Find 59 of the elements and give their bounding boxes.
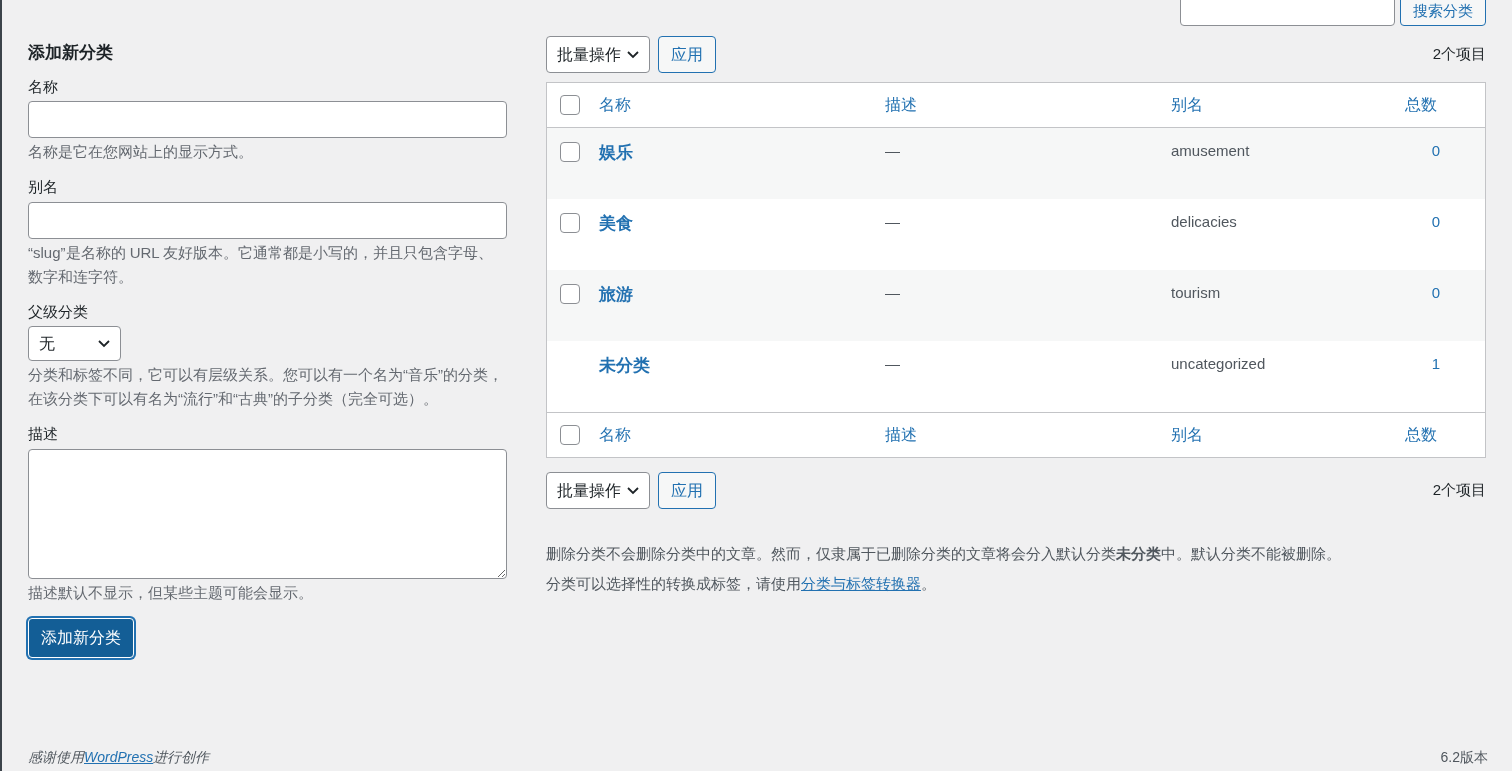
bulk-action-select[interactable]: 批量操作: [546, 472, 650, 509]
checkbox[interactable]: [560, 213, 580, 233]
form-title: 添加新分类: [28, 42, 114, 64]
chevron-down-icon: [627, 486, 639, 495]
help-text: 描述默认不显示，但某些主题可能会显示。: [28, 582, 314, 603]
field-label: 父级分类: [28, 301, 89, 322]
description-cell-text: —: [885, 283, 900, 303]
column-header[interactable]: 描述: [885, 93, 917, 117]
help-text: “slug”是名称的 URL 友好版本。它通常都是小写的，并且只包含字母、数字和连字符。: [28, 242, 495, 287]
parent-select[interactable]: 无: [28, 326, 121, 361]
column-header[interactable]: 名称: [599, 423, 631, 447]
checkbox[interactable]: [560, 284, 580, 304]
add-category-button[interactable]: 添加新分类: [28, 617, 134, 658]
note-text: 删除分类不会删除分类中的文章。然而，仅隶属于已删除分类的文章将会分入默认分类未分类中。默认分类不能被删除。: [546, 544, 1342, 564]
search-field[interactable]: [1180, 0, 1395, 26]
input-field[interactable]: [28, 101, 507, 138]
checkbox[interactable]: [560, 142, 580, 162]
bulk-action-select[interactable]: 批量操作: [546, 36, 650, 73]
slug-cell-text: amusement: [1171, 141, 1250, 161]
description-cell-text: —: [885, 354, 900, 374]
count-link[interactable]: 0: [1431, 140, 1485, 163]
chevron-down-icon: [627, 50, 639, 59]
count-link[interactable]: 0: [1431, 282, 1485, 305]
column-header[interactable]: 总数: [1405, 423, 1485, 447]
column-header[interactable]: 名称: [599, 93, 631, 117]
search-button[interactable]: 搜索分类: [1400, 0, 1486, 26]
column-header[interactable]: 别名: [1171, 423, 1203, 447]
wordpress-link[interactable]: WordPress: [84, 749, 154, 765]
field-label: 描述: [28, 424, 59, 444]
field-label: 名称: [28, 76, 59, 97]
note-text: 分类可以选择性的转换成标签，请使用分类与标签转换器。: [546, 574, 937, 594]
count-link[interactable]: 1: [1431, 353, 1485, 376]
apply-button[interactable]: 应用: [658, 36, 716, 73]
field-label: 别名: [28, 177, 59, 197]
category-link[interactable]: 美食: [599, 211, 633, 237]
slug-cell-text: uncategorized: [1171, 354, 1266, 374]
category-link[interactable]: 娱乐: [599, 140, 633, 166]
column-header[interactable]: 别名: [1171, 93, 1203, 117]
version-text: 6.2版本: [1440, 748, 1488, 767]
checkbox[interactable]: [560, 95, 580, 115]
apply-button[interactable]: 应用: [658, 472, 716, 509]
checkbox[interactable]: [560, 425, 580, 445]
item-count: 2个项目: [1432, 480, 1486, 501]
description-cell-text: —: [885, 141, 900, 161]
category-link[interactable]: 未分类: [599, 353, 650, 379]
count-link[interactable]: 0: [1431, 211, 1485, 234]
help-text: 分类和标签不同，它可以有层级关系。您可以有一个名为“音乐”的分类，在该分类下可以有名为“流行”和“古典”的子分类（完全可选）。: [28, 365, 504, 409]
slug-cell-text: delicacies: [1171, 212, 1237, 232]
category-link[interactable]: 旅游: [599, 282, 633, 308]
footer-credit: 感谢使用WordPress进行创作: [28, 748, 210, 767]
converter-link[interactable]: 分类与标签转换器: [801, 575, 921, 592]
column-header[interactable]: 总数: [1405, 93, 1485, 117]
column-header[interactable]: 描述: [885, 423, 917, 447]
description-cell-text: —: [885, 212, 900, 232]
item-count: 2个项目: [1432, 44, 1486, 65]
input-field[interactable]: [28, 201, 507, 239]
chevron-down-icon: [98, 339, 110, 348]
slug-cell-text: tourism: [1171, 283, 1221, 303]
help-text: 名称是它在您网站上的显示方式。: [28, 142, 254, 162]
